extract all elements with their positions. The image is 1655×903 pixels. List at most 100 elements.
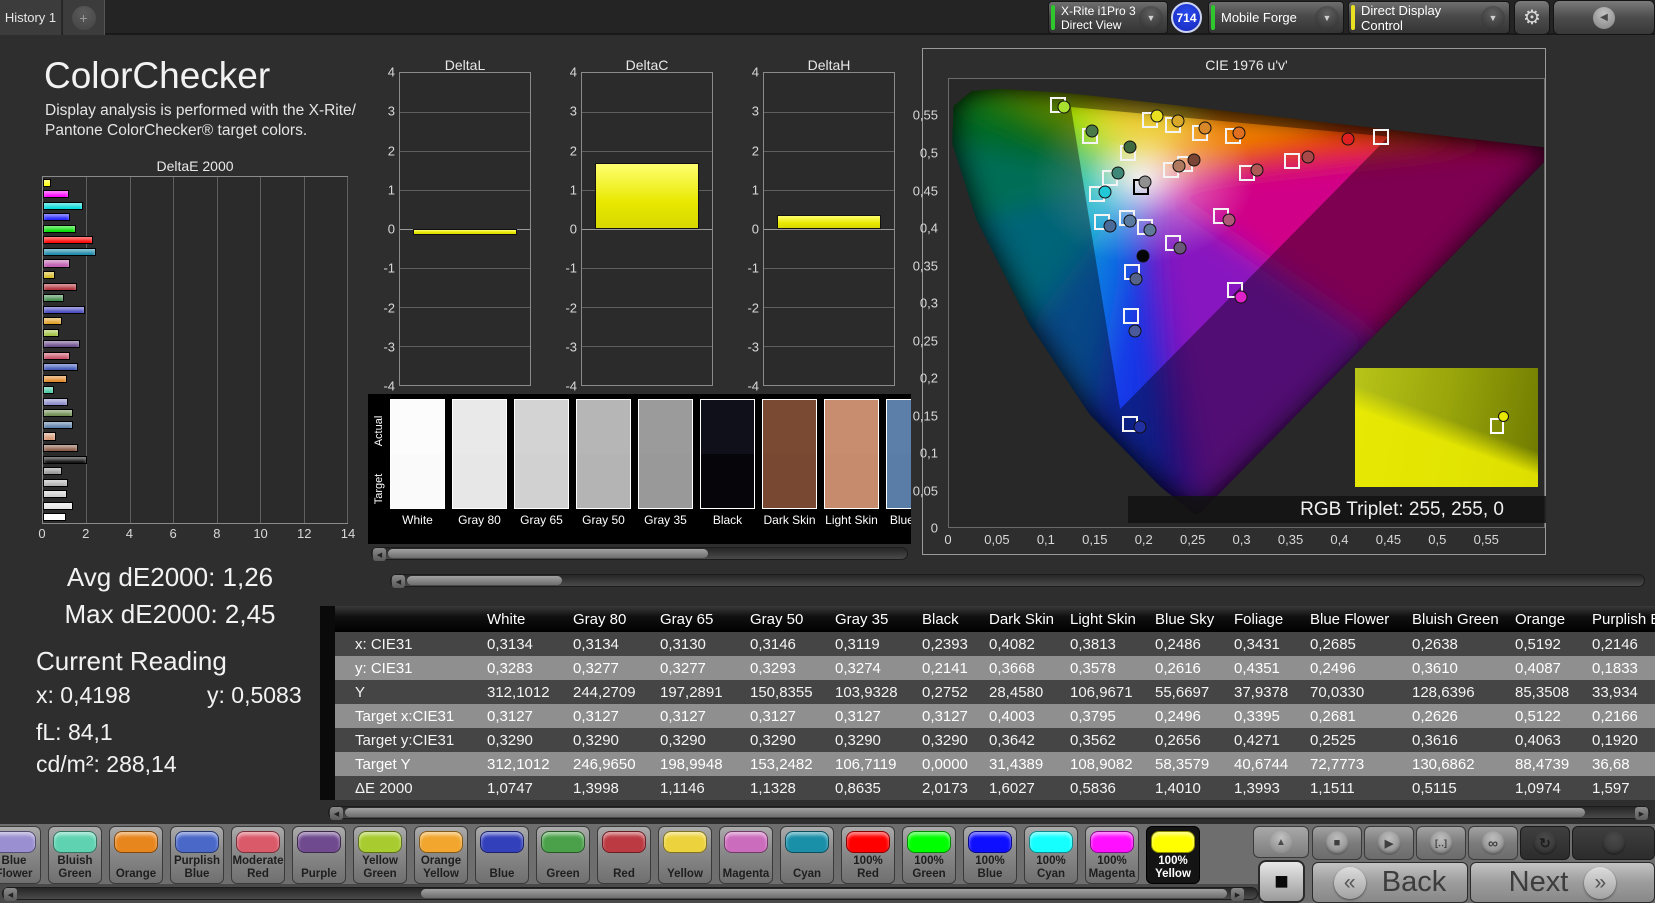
table-value-cell: 0,2496: [1155, 707, 1201, 725]
scrollbar-thumb[interactable]: [388, 549, 708, 558]
patch-button-100-yellow[interactable]: 100% Yellow: [1146, 826, 1200, 884]
table-value-cell: 0,3274: [835, 659, 881, 677]
patch-button-orange[interactable]: Orange: [109, 826, 163, 884]
patch-scrollbar[interactable]: ◀ ▶: [2, 887, 1258, 901]
cie-measured-dot: [1133, 420, 1147, 434]
table-value-cell: 0,5122: [1515, 707, 1561, 725]
table-value-cell: 312,1012: [487, 683, 550, 701]
table-scrollbar-top[interactable]: ◀: [390, 574, 1645, 588]
deltae-xaxis: 0 2 4 6 8 10 12 14: [38, 526, 355, 542]
patch-button-100-red[interactable]: 100% Red: [841, 826, 895, 884]
cie-zoom-inset: [1355, 368, 1538, 487]
loop-button[interactable]: ∞: [1468, 826, 1518, 860]
delta-ytick-label: -2: [747, 300, 759, 315]
patch-button-red[interactable]: Red: [597, 826, 651, 884]
color-chip: [1029, 831, 1073, 853]
display-control-dropdown[interactable]: Direct Display Control ▼: [1348, 1, 1510, 34]
patch-button-100-blue[interactable]: 100% Blue: [963, 826, 1017, 884]
cie-ytick-label: 0,1: [919, 445, 938, 461]
patch-label: 100% Red: [853, 855, 883, 880]
table-value-cell: 88,4739: [1515, 755, 1570, 773]
left-arrow-icon[interactable]: ◀: [4, 888, 17, 901]
patch-button-100-cyan[interactable]: 100% Cyan: [1024, 826, 1078, 884]
deltae-bar: [43, 340, 81, 349]
patch-button-magenta[interactable]: Magenta: [719, 826, 773, 884]
scrollbar-thumb[interactable]: [345, 808, 1585, 817]
left-arrow-icon[interactable]: ◀: [373, 548, 386, 561]
swatch-box: [824, 399, 879, 509]
extra-transport-button[interactable]: [1572, 826, 1655, 860]
add-tab-button[interactable]: +: [63, 0, 105, 35]
patch-button-moderate-red[interactable]: Moderate Red: [231, 826, 285, 884]
patch-button-purplish-blue[interactable]: Purplish Blue: [170, 826, 224, 884]
patch-button-blue-flower[interactable]: Blue Flower: [0, 826, 41, 884]
table-value-cell: 40,6744: [1234, 755, 1289, 773]
table-value-cell: 153,2482: [750, 755, 813, 773]
scrollbar-thumb[interactable]: [421, 889, 1227, 898]
scroll-up-button[interactable]: ▲: [1253, 826, 1309, 858]
delta-gridline: [400, 112, 530, 113]
table-row-label: ΔE 2000: [355, 779, 413, 797]
cie-measured-dot: [1111, 166, 1125, 180]
left-arrow-icon[interactable]: ◀: [330, 807, 343, 820]
play-button[interactable]: ▶: [1364, 826, 1414, 860]
scrollbar-thumb[interactable]: [407, 576, 562, 585]
meter-dropdown[interactable]: X-Rite i1Pro 3 Direct View ▼: [1048, 1, 1168, 34]
cie-measured-dot: [1250, 163, 1264, 177]
patch-button-green[interactable]: Green: [536, 826, 590, 884]
deltae-bar-row: [43, 281, 347, 293]
swatch-target: [515, 454, 568, 508]
table-row-label: Y: [355, 683, 366, 701]
pattern-source-dropdown[interactable]: Mobile Forge ▼: [1208, 1, 1344, 34]
current-cd-value: cd/m²: 288,14: [36, 751, 177, 777]
right-arrow-icon[interactable]: ▶: [1635, 807, 1648, 820]
patch-button-100-green[interactable]: 100% Green: [902, 826, 956, 884]
left-arrow-icon[interactable]: ◀: [392, 575, 405, 588]
deltae-bar-row: [43, 431, 347, 443]
settings-gear-button[interactable]: ⚙: [1514, 0, 1550, 35]
delta-gridline: [582, 151, 712, 152]
back-button[interactable]: « Back: [1312, 862, 1468, 903]
patch-button-bluish-green[interactable]: Bluish Green: [48, 826, 102, 884]
swatch-target: [763, 454, 816, 508]
collapse-panel-button[interactable]: ◀: [1553, 0, 1655, 35]
cie-measured-dot: [1301, 150, 1315, 164]
cie-ytick-label: 0,4: [919, 220, 938, 236]
delta-gridline: [400, 190, 530, 191]
right-arrow-icon[interactable]: ▶: [1231, 888, 1244, 901]
measurement-count-badge[interactable]: 714: [1171, 2, 1202, 33]
patch-button-100-magenta[interactable]: 100% Magenta: [1085, 826, 1139, 884]
deltac-plot: [581, 72, 713, 386]
refresh-button[interactable]: ↻: [1520, 826, 1570, 860]
cie-measured-dot: [1234, 290, 1248, 304]
tab-history[interactable]: History 1: [0, 0, 62, 35]
cie-xtick-label: 0,15: [1082, 532, 1108, 547]
stop-button[interactable]: ■: [1312, 826, 1362, 860]
patch-button-cyan[interactable]: Cyan: [780, 826, 834, 884]
delta-ytick-label: 4: [569, 64, 577, 80]
patch-button-blue[interactable]: Blue: [475, 826, 529, 884]
table-value-cell: 37,9378: [1234, 683, 1289, 701]
next-button[interactable]: Next »: [1470, 862, 1655, 903]
patch-button-purple[interactable]: Purple: [292, 826, 346, 884]
patch-button-yellow-green[interactable]: Yellow Green: [353, 826, 407, 884]
cie-target-square: [1123, 307, 1140, 324]
patch-button-orange-yellow[interactable]: Orange Yellow: [414, 826, 468, 884]
patch-button-yellow[interactable]: Yellow: [658, 826, 712, 884]
swatch-box: [762, 399, 817, 509]
table-value-cell: 103,9328: [835, 683, 898, 701]
delta-gridline: [400, 151, 530, 152]
range-button[interactable]: [‥]: [1416, 826, 1466, 860]
deltae-bar-row: [43, 500, 347, 512]
gear-icon: ⚙: [1523, 7, 1541, 29]
table-header-cell: White: [487, 610, 526, 628]
table-header-row: White Gray 80 Gray 65 Gray 50 Gray 35 Black Da…: [335, 606, 1655, 632]
delta-ytick-label: -3: [747, 339, 759, 355]
chevron-down-icon: ▼: [1315, 5, 1339, 30]
swatch-target: [391, 454, 444, 508]
table-scrollbar-bottom[interactable]: ◀ ▶: [328, 806, 1650, 820]
pattern-window-button[interactable]: ■: [1258, 860, 1305, 903]
table-value-cell: 0,3130: [660, 635, 706, 653]
swatch-scrollbar[interactable]: ◀: [371, 547, 908, 561]
delta-ytick-label: 2: [569, 143, 577, 158]
